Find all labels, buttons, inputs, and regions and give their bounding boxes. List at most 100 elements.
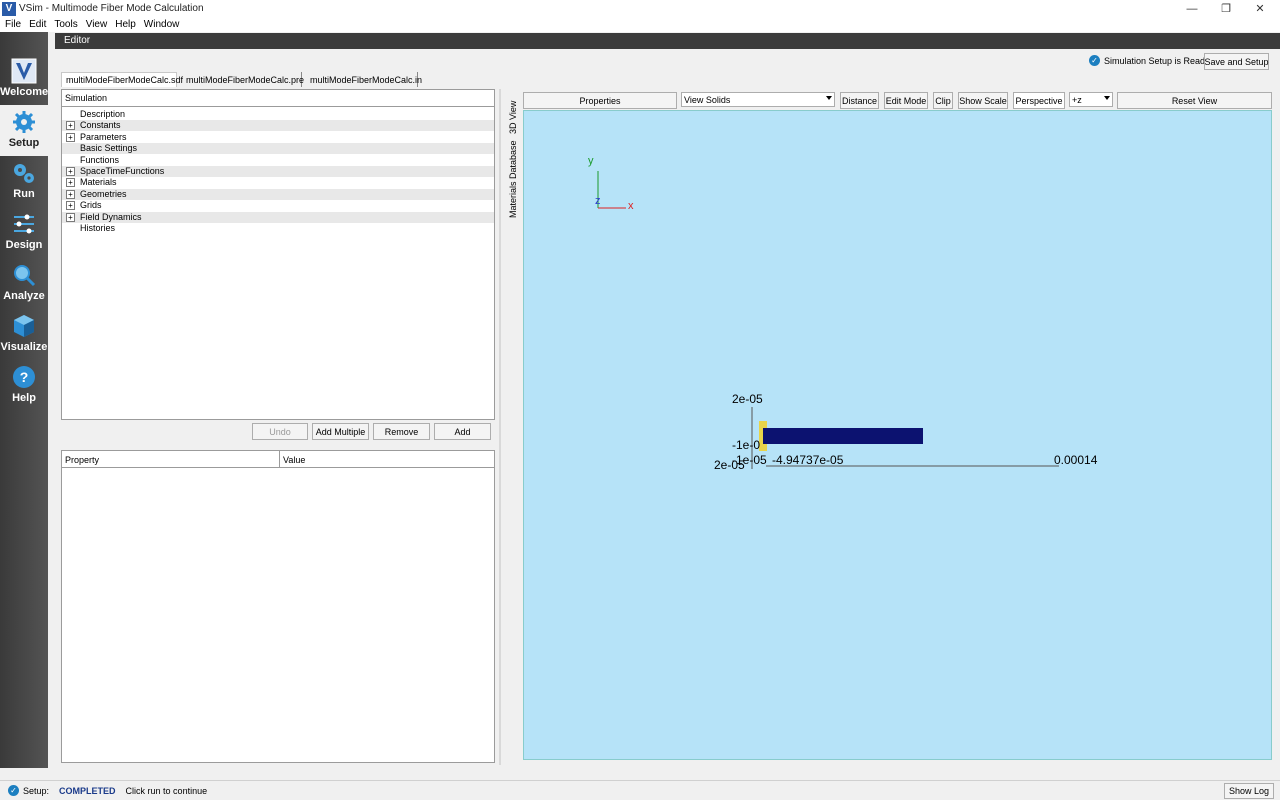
tab-in[interactable]: multiModeFiberModeCalc.in [306,72,422,87]
nav-setup[interactable]: Setup [0,105,48,156]
tree-item[interactable]: Basic Settings [62,143,494,155]
menu-file[interactable]: File [1,19,25,30]
menu-edit[interactable]: Edit [25,19,50,30]
editor-header: Editor [55,33,1280,49]
cube-icon [14,315,34,337]
reset-view-button[interactable]: Reset View [1117,92,1272,109]
nav-analyze[interactable]: Analyze [0,258,48,309]
nav-analyze-label: Analyze [3,290,45,302]
column-property[interactable]: Property [65,455,99,465]
tree-item[interactable]: + Grids [62,200,494,211]
show-scale-button[interactable]: Show Scale [958,92,1008,109]
add-button[interactable]: Add [434,423,491,440]
tab-pre[interactable]: multiModeFiberModeCalc.pre [182,72,304,87]
tree-header: Simulation [62,90,494,107]
side-tab-materials-database[interactable]: Materials Database [505,140,521,222]
expand-icon[interactable]: + [66,201,75,211]
menu-bar: File Edit Tools View Help Window [0,17,1280,32]
chevron-down-icon [826,96,832,100]
tree-item-label: Grids [80,200,102,211]
tree-item[interactable]: + Geometries [62,188,494,200]
nav-run[interactable]: Run [0,156,48,207]
close-button[interactable]: ✕ [1243,0,1277,17]
add-multiple-button[interactable]: Add Multiple [312,423,369,440]
tree-item-label: Geometries [80,188,127,199]
expand-icon[interactable]: + [66,121,75,131]
axis-view-select[interactable]: +z [1069,92,1113,107]
tree-item-label: Basic Settings [80,143,138,154]
menu-window[interactable]: Window [140,19,184,30]
clip-button[interactable]: Clip [933,92,953,109]
perspective-toggle[interactable]: Perspective [1013,92,1065,109]
tree-item[interactable]: + SpaceTimeFunctions [62,166,494,177]
tree-item-label: Description [80,109,126,119]
show-log-button[interactable]: Show Log [1224,783,1274,799]
tree-item[interactable]: Description [62,109,494,120]
nav-design[interactable]: Design [0,207,48,258]
simulation-tree: Simulation Description + Constants + Paramet… [61,89,495,420]
nav-visualize-label: Visualize [0,341,48,353]
axis-label-x: x [628,200,634,212]
expand-icon[interactable]: + [66,212,75,222]
window-title: VSim - Multimode Fiber Mode Calculation [19,3,204,14]
check-icon: ✓ [1089,55,1100,66]
fiber-core[interactable] [763,428,923,444]
remove-button[interactable]: Remove [373,423,430,440]
axis-label-y: y [588,155,594,167]
expand-icon[interactable]: + [66,132,75,142]
scale-label-y-top: 2e-05 [732,392,763,406]
tab-sdf[interactable]: multiModeFiberModeCalc.sdf [61,72,183,87]
undo-button[interactable]: Undo [252,423,308,440]
tree-item-label: Parameters [80,131,127,142]
side-tab-3d-view-label: 3D View [508,100,518,134]
nav-welcome-label: Welcome [0,86,49,98]
gear-icon [13,111,35,133]
view-solids-select[interactable]: View Solids [681,92,835,107]
tree-item[interactable]: + Field Dynamics [62,211,494,223]
tree-item-label: Materials [80,177,117,188]
tree-item-label: Constants [80,120,121,131]
question-icon: ? [13,366,35,388]
nav-visualize[interactable]: Visualize [0,309,48,360]
nav-welcome[interactable]: Welcome [0,54,48,105]
side-tab-3d-view[interactable]: 3D View [505,92,521,136]
axis-view-value: +z [1072,94,1082,105]
splitter[interactable] [499,89,501,765]
menu-tools[interactable]: Tools [50,19,81,30]
expand-icon[interactable]: + [66,178,75,188]
magnifier-icon [14,265,36,287]
status-bar: ✓ Setup: COMPLETED Click run to continue… [0,780,1280,800]
tree-item-label: SpaceTimeFunctions [80,166,165,176]
property-table-header: Property Value [62,451,494,468]
save-and-setup-button[interactable]: Save and Setup [1204,53,1269,70]
distance-button[interactable]: Distance [840,92,879,109]
menu-view[interactable]: View [82,19,112,30]
property-table: Property Value [61,450,495,763]
tree-item[interactable]: Functions [62,155,494,166]
nav-help[interactable]: ? Help [0,360,48,411]
tree-item[interactable]: + Parameters [62,132,494,143]
view-solids-value: View Solids [684,94,731,105]
status-check-icon: ✓ [8,785,19,796]
edit-mode-button[interactable]: Edit Mode [884,92,928,109]
status-label: Setup: [23,785,50,796]
menu-help[interactable]: Help [111,19,140,30]
maximize-button[interactable]: ❐ [1209,0,1243,17]
expand-icon[interactable]: + [66,189,75,199]
tree-item[interactable]: Histories [62,223,494,234]
tree-item[interactable]: + Materials [62,177,494,188]
axis-label-z: z [595,195,601,207]
setup-status-text: Simulation Setup is Ready [1104,55,1210,66]
tree-item[interactable]: + Constants [62,120,494,132]
scale-label-x-left: -4.94737e-05 [772,453,844,467]
3d-viewport[interactable]: y z x 2e-05 -1e-0 2e-05 -1e-05 -4.94737e… [523,110,1272,760]
expand-icon[interactable]: + [66,167,75,176]
vsim-app-icon: V [2,1,16,16]
chevron-down-icon [1104,96,1110,100]
minimize-button[interactable]: — [1175,0,1209,17]
tree-item-label: Field Dynamics [80,211,142,222]
gears-icon [14,164,34,183]
column-divider [279,451,280,468]
column-value[interactable]: Value [283,455,305,465]
properties-button[interactable]: Properties [523,92,677,109]
